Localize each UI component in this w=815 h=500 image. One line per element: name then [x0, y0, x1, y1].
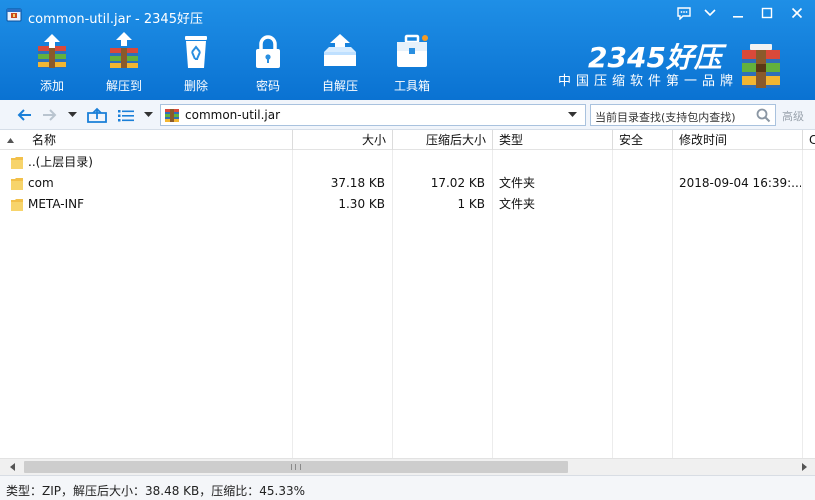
self-extract-label: 自解压: [321, 79, 358, 93]
search-icon[interactable]: [756, 108, 771, 123]
advanced-search-link[interactable]: 高级: [782, 108, 804, 124]
caret-down-icon: [67, 112, 77, 117]
toolbox-icon: [397, 34, 428, 67]
menu-button[interactable]: [698, 4, 722, 22]
window-title: common-util.jar - 2345好压: [28, 12, 203, 27]
add-button[interactable]: 添加: [16, 30, 88, 96]
self-extract-button[interactable]: 自解压: [304, 30, 376, 96]
add-archive-icon: [38, 34, 66, 68]
password-button[interactable]: 密码: [232, 30, 304, 96]
file-type: 文件夹: [499, 197, 536, 211]
column-modified[interactable]: 修改时间: [673, 130, 803, 150]
file-packed-size: 17.02 KB: [430, 176, 485, 190]
history-dropdown[interactable]: [66, 105, 78, 125]
file-name: ..(上层目录): [28, 155, 93, 169]
column-type[interactable]: 类型: [493, 130, 613, 150]
file-size: 1.30 KB: [338, 197, 385, 211]
brand-slogan: 中国压缩软件第一品牌: [558, 74, 739, 89]
lock-icon: [256, 35, 280, 68]
folder-icon: [11, 157, 23, 169]
column-name[interactable]: 名称: [0, 130, 293, 150]
title-bar: common-util.jar - 2345好压: [0, 0, 815, 30]
archive-file-icon: [165, 109, 179, 122]
extract-to-icon: [110, 32, 138, 68]
chevron-down-icon: [704, 9, 716, 17]
folder-up-icon: [87, 107, 107, 123]
archive-logo-icon: [742, 44, 780, 88]
view-mode-button[interactable]: [116, 105, 136, 125]
maximize-button[interactable]: [755, 4, 779, 22]
delete-label: 删除: [183, 79, 208, 93]
path-field[interactable]: common-util.jar: [160, 104, 586, 126]
brand: 2345好压 中国压缩软件第一品牌: [556, 36, 796, 92]
forward-button[interactable]: [40, 105, 60, 125]
minimize-icon: [733, 16, 743, 18]
column-header: 名称 大小 压缩后大小 类型 安全 修改时间 C: [0, 130, 815, 150]
folder-icon: [11, 178, 23, 190]
sort-asc-icon: [7, 138, 14, 143]
file-name: META-INF: [28, 197, 85, 211]
file-size: 37.18 KB: [330, 176, 385, 190]
list-view-icon: [118, 109, 134, 121]
file-list: 名称 大小 压缩后大小 类型 安全 修改时间 C ..(上层目录) com 37…: [0, 130, 815, 458]
maximize-icon: [761, 7, 773, 19]
recycle-bin-icon: [185, 36, 207, 68]
main-toolbar: 添加 解压到 删除 密码 自解压 工具箱: [16, 30, 448, 96]
caret-down-icon[interactable]: [568, 112, 577, 118]
column-crc[interactable]: C: [803, 130, 815, 150]
up-level-button[interactable]: [86, 105, 108, 125]
self-extract-icon: [324, 34, 356, 66]
add-label: 添加: [39, 79, 64, 93]
file-type: 文件夹: [499, 176, 536, 190]
minimize-button[interactable]: [726, 4, 750, 22]
arrow-left-icon: [17, 109, 31, 121]
column-name-label: 名称: [32, 133, 57, 147]
view-mode-dropdown[interactable]: [142, 105, 154, 125]
back-button[interactable]: [14, 105, 34, 125]
arrow-right-icon: [43, 109, 57, 121]
delete-button[interactable]: 删除: [160, 30, 232, 96]
top-panel: common-util.jar - 2345好压 添加 解压到 删除 密码 自解…: [0, 0, 815, 100]
toolbox-button[interactable]: 工具箱: [376, 30, 448, 96]
scrollbar-grip: [291, 464, 301, 470]
status-bar: 类型：ZIP，解压后大小：38.48 KB，压缩比：45.33%: [0, 475, 815, 500]
file-modified: 2018-09-04 16:39:...: [679, 176, 801, 190]
folder-icon: [11, 199, 23, 211]
column-size[interactable]: 大小: [293, 130, 393, 150]
toolbox-label: 工具箱: [393, 79, 430, 93]
password-label: 密码: [255, 79, 280, 93]
feedback-button[interactable]: [672, 4, 696, 22]
search-placeholder: 当前目录查找(支持包内查找): [595, 111, 736, 124]
close-button[interactable]: [785, 4, 809, 22]
chat-bubble-icon: [677, 6, 691, 20]
table-row[interactable]: com 37.18 KB 17.02 KB 文件夹 2018-09-04 16:…: [0, 173, 815, 194]
app-icon: [6, 8, 22, 22]
extract-to-label: 解压到: [105, 79, 142, 93]
scrollbar-thumb[interactable]: [24, 461, 568, 473]
column-packed-size[interactable]: 压缩后大小: [393, 130, 493, 150]
file-name: com: [28, 176, 54, 190]
caret-left-icon: [10, 463, 15, 471]
extract-to-button[interactable]: 解压到: [88, 30, 160, 96]
horizontal-scrollbar[interactable]: [0, 458, 815, 475]
scroll-right-button[interactable]: [796, 459, 813, 475]
scroll-left-button[interactable]: [4, 459, 21, 475]
close-icon: [791, 7, 803, 19]
search-field[interactable]: 当前目录查找(支持包内查找): [590, 104, 776, 126]
file-packed-size: 1 KB: [457, 197, 485, 211]
table-row[interactable]: META-INF 1.30 KB 1 KB 文件夹: [0, 194, 815, 215]
caret-right-icon: [802, 463, 807, 471]
address-bar: common-util.jar 当前目录查找(支持包内查找) 高级: [0, 100, 815, 130]
status-text: 类型：ZIP，解压后大小：38.48 KB，压缩比：45.33%: [6, 484, 306, 498]
path-text: common-util.jar: [185, 108, 281, 122]
column-security[interactable]: 安全: [613, 130, 673, 150]
caret-down-icon: [143, 112, 153, 117]
table-row[interactable]: ..(上层目录): [0, 152, 815, 173]
